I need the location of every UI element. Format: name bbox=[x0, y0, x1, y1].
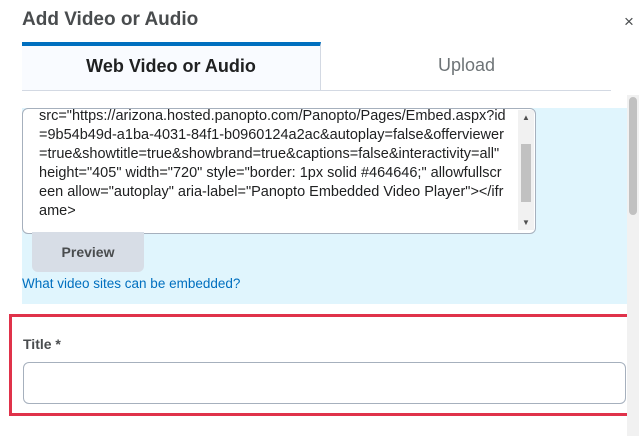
embed-code-textarea[interactable]: src="https://arizona.hosted.panopto.com/… bbox=[22, 108, 536, 234]
arrow-up-icon[interactable]: ▲ bbox=[522, 113, 530, 122]
close-icon[interactable]: × bbox=[624, 12, 634, 32]
textarea-scroll-thumb[interactable] bbox=[521, 144, 531, 202]
tab-upload[interactable]: Upload bbox=[322, 42, 611, 90]
title-input[interactable] bbox=[23, 362, 626, 404]
embed-code-text: src="https://arizona.hosted.panopto.com/… bbox=[39, 108, 506, 219]
embed-panel: src="https://arizona.hosted.panopto.com/… bbox=[22, 108, 627, 304]
preview-button[interactable]: Preview bbox=[32, 232, 144, 272]
title-label: Title * bbox=[23, 336, 61, 352]
title-field-section: Title * bbox=[9, 314, 630, 416]
arrow-down-icon[interactable]: ▼ bbox=[522, 218, 530, 227]
tab-web-video-or-audio[interactable]: Web Video or Audio bbox=[22, 42, 321, 90]
dialog-scroll-thumb[interactable] bbox=[629, 97, 637, 215]
textarea-scrollbar[interactable]: ▲ ▼ bbox=[518, 110, 534, 230]
dialog-title: Add Video or Audio bbox=[22, 9, 199, 30]
tab-list: Web Video or Audio Upload bbox=[22, 42, 611, 91]
embeddable-sites-link[interactable]: What video sites can be embedded? bbox=[22, 276, 240, 291]
dialog-scrollbar[interactable] bbox=[627, 95, 639, 436]
